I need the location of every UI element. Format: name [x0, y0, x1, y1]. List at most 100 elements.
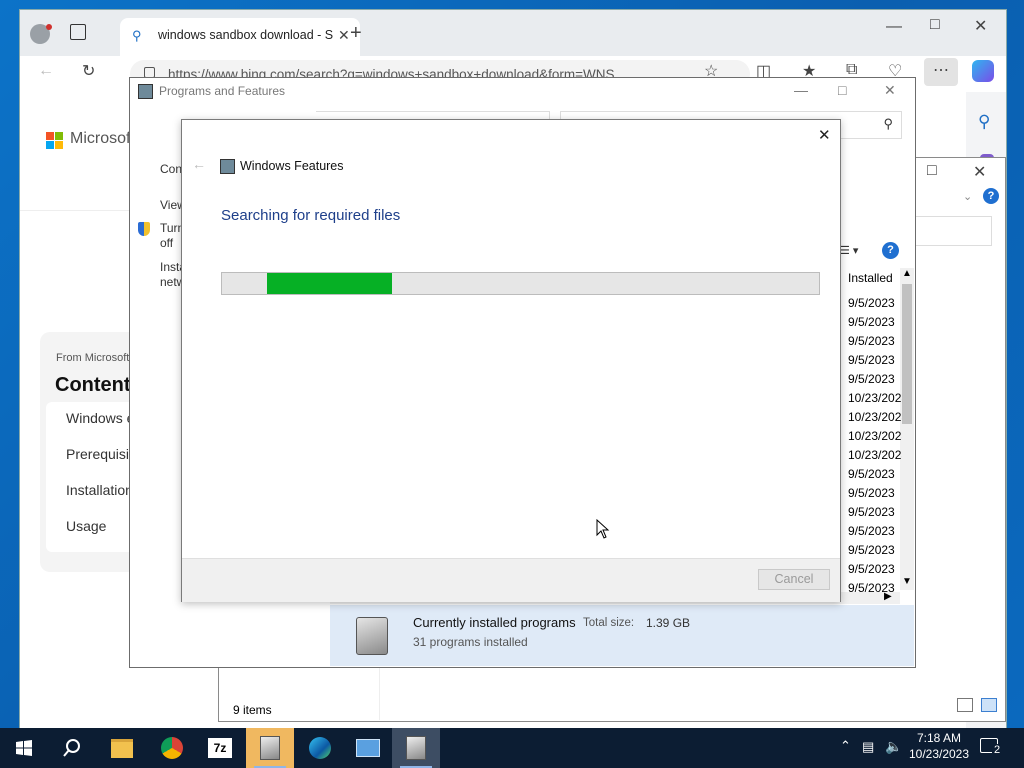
installed-date-cell[interactable]: 9/5/2023 — [848, 351, 902, 370]
taskbar-programs-features[interactable] — [246, 728, 294, 768]
7zip-icon: 7z — [208, 738, 232, 758]
installed-date-cell[interactable]: 9/5/2023 — [848, 503, 902, 522]
minimize-icon[interactable]: — — [886, 18, 902, 36]
card-source: From Microsoft — [56, 352, 130, 364]
installed-date-cell[interactable]: 9/5/2023 — [848, 484, 902, 503]
microsoft-brand: Microsoft — [70, 130, 135, 147]
toc-item[interactable]: Windows e — [66, 410, 134, 426]
scroll-right-icon[interactable]: ▶ — [884, 591, 892, 602]
close-icon[interactable]: ✕ — [818, 126, 831, 144]
taskbar-control-panel[interactable] — [344, 728, 392, 768]
help-icon[interactable]: ? — [983, 188, 999, 204]
total-size-value: 1.39 GB — [646, 616, 691, 630]
installed-date-cell[interactable]: 10/23/2023 — [848, 446, 902, 465]
toc-item[interactable]: Prerequisit — [66, 446, 133, 462]
column-installed-on[interactable]: Installed — [848, 271, 893, 285]
scroll-thumb[interactable] — [902, 284, 912, 424]
tab-actions-icon[interactable] — [70, 24, 86, 40]
progress-bar — [221, 272, 820, 295]
vertical-scrollbar[interactable]: ▲ ▼ — [900, 268, 914, 590]
minimize-icon[interactable]: — — [794, 82, 808, 98]
control-panel-icon — [356, 739, 380, 757]
refresh-icon[interactable]: ↻ — [82, 61, 95, 81]
installed-date-cell[interactable]: 9/5/2023 — [848, 541, 902, 560]
programs-icon — [138, 84, 153, 99]
installed-date-cell[interactable]: 9/5/2023 — [848, 294, 902, 313]
network-icon[interactable]: ▤ — [862, 739, 874, 755]
large-icons-view-icon[interactable] — [981, 698, 997, 712]
start-button[interactable] — [0, 728, 48, 768]
notifications-button[interactable]: 2 — [980, 738, 1003, 756]
windows-logo-icon — [16, 740, 32, 756]
toc-item[interactable]: Usage — [66, 518, 106, 534]
total-size-label: Total size: — [583, 617, 635, 629]
installed-date-cell[interactable]: 9/5/2023 — [848, 465, 902, 484]
installed-date-cell[interactable]: 9/5/2023 — [848, 560, 902, 579]
more-icon[interactable]: ⋯ — [924, 58, 958, 86]
dialog-footer: Cancel — [182, 558, 840, 602]
new-tab-icon[interactable]: + — [350, 22, 362, 45]
dialog-status: Searching for required files — [221, 207, 401, 224]
taskbar-file-explorer[interactable] — [98, 728, 146, 768]
details-pane: Currently installed programs Total size:… — [330, 605, 914, 666]
windows-features-link-2[interactable]: off — [160, 236, 173, 250]
taskbar-edge[interactable] — [296, 728, 344, 768]
taskbar-windows-features[interactable] — [392, 728, 440, 768]
windows-features-icon — [220, 159, 235, 174]
edge-tab-strip: ⚲ windows sandbox download - Se ✕ + — □ … — [20, 10, 1006, 56]
maximize-icon[interactable]: □ — [838, 82, 846, 98]
search-icon: ⚲ — [132, 28, 142, 43]
expand-ribbon-icon[interactable]: ⌄ — [963, 190, 972, 203]
installed-programs-icon — [356, 617, 388, 655]
progress-fill — [266, 273, 393, 294]
programs-features-icon — [260, 736, 280, 760]
close-icon[interactable]: ✕ — [884, 82, 896, 99]
installed-dates-column: 9/5/2023 9/5/2023 9/5/2023 9/5/2023 9/5/2023… — [848, 294, 902, 598]
search-icon — [63, 739, 80, 757]
dialog-title: Windows Features — [240, 159, 344, 173]
clock[interactable]: 7:18 AM 10/23/2023 — [904, 731, 974, 761]
close-icon[interactable]: ✕ — [973, 162, 986, 182]
details-view-icon[interactable] — [957, 698, 973, 712]
browser-tab[interactable]: ⚲ windows sandbox download - Se ✕ — [120, 18, 360, 56]
clock-time: 7:18 AM — [916, 731, 962, 745]
show-hidden-icons-icon[interactable]: ⌃ — [840, 738, 851, 754]
installed-date-cell[interactable]: 9/5/2023 — [848, 370, 902, 389]
installed-date-cell[interactable]: 10/23/2023 — [848, 427, 902, 446]
sidebar-search-icon[interactable]: ⚲ — [978, 112, 990, 132]
taskbar-7zip[interactable]: 7z — [196, 728, 244, 768]
explorer-search-box[interactable] — [909, 216, 992, 246]
chrome-icon — [161, 737, 183, 759]
folder-icon — [111, 738, 133, 758]
notification-count: 2 — [992, 744, 1003, 756]
card-heading: Content — [55, 374, 131, 396]
scroll-down-icon[interactable]: ▼ — [902, 576, 912, 587]
copilot-icon[interactable] — [972, 60, 994, 82]
close-icon[interactable]: ✕ — [974, 16, 987, 36]
toc-item[interactable]: Installation — [66, 482, 133, 498]
view-options-icon[interactable]: ☰ ▾ — [840, 244, 858, 257]
tab-title: windows sandbox download - Se — [158, 28, 333, 42]
installed-date-cell[interactable]: 9/5/2023 — [848, 313, 902, 332]
maximize-icon[interactable]: □ — [927, 162, 937, 180]
back-icon[interactable]: ← — [38, 62, 54, 80]
installed-date-cell[interactable]: 10/23/2023 — [848, 408, 902, 427]
programs-count: 31 programs installed — [413, 635, 528, 649]
maximize-icon[interactable]: □ — [930, 16, 940, 34]
shield-icon — [138, 222, 150, 236]
installed-date-cell[interactable]: 9/5/2023 — [848, 332, 902, 351]
installed-date-cell[interactable]: 9/5/2023 — [848, 522, 902, 541]
search-button[interactable] — [48, 728, 96, 768]
summary-title: Currently installed programs — [413, 615, 576, 630]
taskbar-chrome[interactable] — [148, 728, 196, 768]
installed-date-cell[interactable]: 10/23/2023 — [848, 389, 902, 408]
clock-date: 10/23/2023 — [908, 747, 970, 761]
close-tab-icon[interactable]: ✕ — [338, 27, 350, 44]
help-icon[interactable]: ? — [882, 242, 899, 259]
search-icon: ⚲ — [883, 116, 893, 131]
scroll-up-icon[interactable]: ▲ — [902, 268, 912, 279]
volume-icon[interactable]: 🔈 — [885, 738, 902, 755]
back-icon[interactable]: ← — [192, 156, 206, 172]
cancel-button[interactable]: Cancel — [758, 569, 830, 590]
mouse-cursor-icon — [596, 519, 610, 539]
